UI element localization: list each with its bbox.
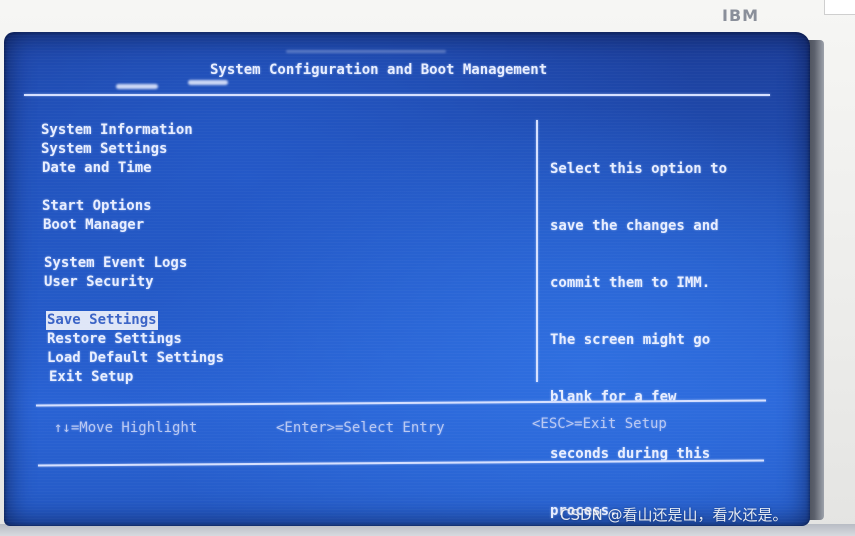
help-line: blank for a few <box>550 389 677 405</box>
help-line: save the changes and <box>550 218 719 234</box>
watermark: CSDN @看山还是山，看水还是。 <box>560 506 788 524</box>
menu-item-system-event-logs[interactable]: System Event Logs <box>44 254 187 273</box>
monitor-logo: IBM <box>722 6 760 25</box>
menu-item-date-and-time[interactable]: Date and Time <box>42 159 152 178</box>
photo-frame: IBM System Configuration and Boot Manage… <box>0 0 855 536</box>
menu-item-restore-settings[interactable]: Restore Settings <box>47 330 182 349</box>
menu-item-system-settings[interactable]: System Settings <box>41 140 167 159</box>
footer-esc-hint: <ESC>=Exit Setup <box>532 416 667 432</box>
footer-enter-hint: <Enter>=Select Entry <box>276 420 445 436</box>
menu-item-save-settings[interactable]: Save Settings <box>46 311 158 330</box>
panel-divider <box>536 120 538 382</box>
menu-item-user-security[interactable]: User Security <box>44 273 154 292</box>
menu-item-exit-setup[interactable]: Exit Setup <box>49 368 133 387</box>
screen-glare <box>188 80 228 85</box>
help-panel: Select this option to save the changes a… <box>550 122 780 526</box>
title-divider <box>24 94 770 96</box>
footer-move-hint: ↑↓=Move Highlight <box>54 420 198 436</box>
corner-mark <box>824 0 855 15</box>
menu-item-boot-manager[interactable]: Boot Manager <box>43 216 144 235</box>
screen-glare <box>286 50 446 53</box>
help-line: Select this option to <box>550 161 728 177</box>
screen-glare <box>116 84 158 89</box>
bios-screen: System Configuration and Boot Management… <box>4 32 810 526</box>
menu-item-load-default-settings[interactable]: Load Default Settings <box>47 349 224 368</box>
help-line: The screen might go <box>550 332 711 348</box>
menu-item-start-options[interactable]: Start Options <box>42 197 152 216</box>
help-line: commit them to IMM. <box>550 275 711 291</box>
page-title: System Configuration and Boot Management <box>210 62 548 78</box>
menu-item-system-information[interactable]: System Information <box>41 121 193 140</box>
